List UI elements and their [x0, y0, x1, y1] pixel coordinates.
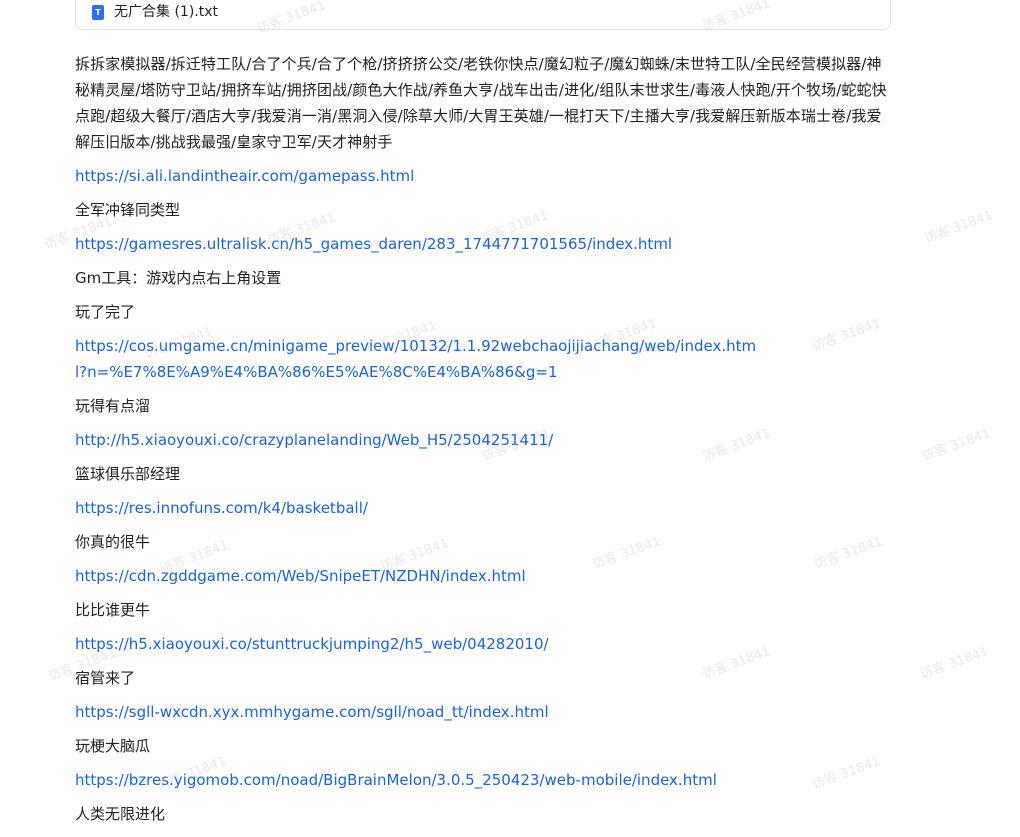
watermark: 访客 31841: [918, 644, 991, 683]
attachment-card[interactable]: T 无广合集 (1).txt: [75, 0, 891, 30]
game-link[interactable]: https://h5.xiaoyouxi.co/stunttruckjumpin…: [75, 635, 549, 653]
link-entry: https://gamesres.ultralisk.cn/h5_games_d…: [75, 231, 765, 257]
game-link[interactable]: http://h5.xiaoyouxi.co/crazyplanelanding…: [75, 431, 553, 449]
message-content: 拆拆家模拟器/拆迁特工队/合了个兵/合了个枪/挤挤挤公交/老铁你快点/魔幻粒子/…: [75, 51, 905, 835]
entry-label: 篮球俱乐部经理: [75, 465, 181, 483]
entry-label: 玩了完了: [75, 303, 136, 321]
game-link[interactable]: https://si.ali.landintheair.com/gamepass…: [75, 167, 414, 185]
link-entry: https://cos.umgame.cn/minigame_preview/1…: [75, 333, 765, 385]
entry-label: 全军冲锋同类型: [75, 201, 181, 219]
game-link[interactable]: https://res.innofuns.com/k4/basketball/: [75, 499, 368, 517]
link-entry: https://res.innofuns.com/k4/basketball/: [75, 495, 765, 521]
link-entry: https://sgll-wxcdn.xyx.mmhygame.com/sgll…: [75, 699, 765, 725]
link-entry: https://h5.xiaoyouxi.co/stunttruckjumpin…: [75, 631, 765, 657]
link-entry: https://si.ali.landintheair.com/gamepass…: [75, 163, 765, 189]
entry-label: 宿管来了: [75, 669, 136, 687]
entry-label: 人类无限进化: [75, 805, 166, 823]
game-link[interactable]: https://sgll-wxcdn.xyx.mmhygame.com/sgll…: [75, 703, 549, 721]
game-list-text: 拆拆家模拟器/拆迁特工队/合了个兵/合了个枪/挤挤挤公交/老铁你快点/魔幻粒子/…: [75, 55, 887, 151]
entry-label: 你真的很牛: [75, 533, 151, 551]
game-link[interactable]: https://cdn.zgddgame.com/Web/SnipeET/NZD…: [75, 567, 526, 585]
entry-label: 比比谁更牛: [75, 601, 151, 619]
game-link[interactable]: https://cos.umgame.cn/minigame_preview/1…: [75, 337, 756, 381]
link-entry: https://cdn.zgddgame.com/Web/SnipeET/NZD…: [75, 563, 765, 589]
attachment-file-name[interactable]: 无广合集 (1).txt: [114, 3, 218, 21]
entry-label: 玩得有点溜: [75, 397, 151, 415]
watermark: 访客 31841: [920, 426, 993, 465]
text-file-icon: T: [92, 5, 104, 20]
entry-label: 玩梗大脑瓜: [75, 737, 151, 755]
watermark: 访客 31841: [922, 208, 995, 247]
link-entry: http://h5.xiaoyouxi.co/crazyplanelanding…: [75, 427, 765, 453]
game-link[interactable]: https://bzres.yigomob.com/noad/BigBrainM…: [75, 771, 717, 789]
link-entry: https://bzres.yigomob.com/noad/BigBrainM…: [75, 767, 765, 793]
game-link[interactable]: https://gamesres.ultralisk.cn/h5_games_d…: [75, 235, 672, 253]
entry-label: Gm工具：游戏内点右上角设置: [75, 269, 282, 287]
